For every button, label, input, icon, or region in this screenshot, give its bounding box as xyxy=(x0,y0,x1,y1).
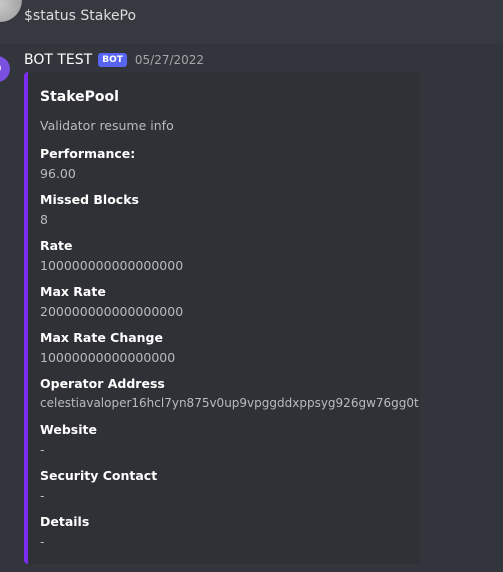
bot-message[interactable]: BOT TEST BOT 05/27/2022 StakePool Valida… xyxy=(0,44,503,572)
field-value-security-contact: - xyxy=(40,488,45,503)
message-content: $status StakePo xyxy=(24,8,137,24)
username[interactable]: BOT TEST xyxy=(24,52,92,68)
embed-card: StakePool Validator resume info Performa… xyxy=(24,72,420,564)
message-header: BOT TEST BOT 05/27/2022 xyxy=(24,50,204,70)
field-value-performance: 96.00 xyxy=(40,166,76,181)
field-name-details: Details xyxy=(40,514,90,529)
field-name-performance: Performance: xyxy=(40,146,136,161)
field-name-operator-address: Operator Address xyxy=(40,376,165,391)
user-avatar[interactable] xyxy=(0,0,22,22)
field-value-max-rate-change: 10000000000000000 xyxy=(40,350,176,365)
chat-view: $status StakePo BOT TEST BOT 05/27/2022 … xyxy=(0,0,503,572)
field-name-security-contact: Security Contact xyxy=(40,468,158,483)
field-name-max-rate: Max Rate xyxy=(40,284,106,299)
field-value-operator-address: celestiavaloper16hcl7yn875v0up9vpggddxpp… xyxy=(40,396,419,410)
field-value-website: - xyxy=(40,442,45,457)
field-name-missed-blocks: Missed Blocks xyxy=(40,192,139,207)
embed-description: Validator resume info xyxy=(40,118,174,133)
field-value-missed-blocks: 8 xyxy=(40,212,48,227)
field-name-website: Website xyxy=(40,422,97,437)
field-value-rate: 100000000000000000 xyxy=(40,258,184,273)
field-name-max-rate-change: Max Rate Change xyxy=(40,330,163,345)
bot-badge: BOT xyxy=(98,53,127,67)
previous-message[interactable]: $status StakePo xyxy=(0,0,503,44)
bot-avatar[interactable] xyxy=(0,56,10,82)
field-value-details: - xyxy=(40,534,45,549)
field-value-max-rate: 200000000000000000 xyxy=(40,304,184,319)
field-name-rate: Rate xyxy=(40,238,73,253)
message-timestamp[interactable]: 05/27/2022 xyxy=(135,53,204,67)
embed-title: StakePool xyxy=(40,89,119,105)
